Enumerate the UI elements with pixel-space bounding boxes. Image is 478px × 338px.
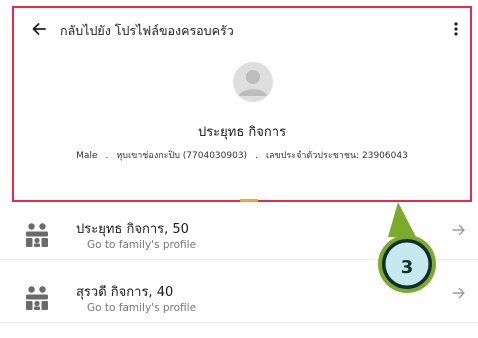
member-name-age: ประยุทธ กิจการ, 50 [76, 222, 189, 237]
arrow-right-icon [452, 224, 465, 236]
profile-name: ประยุทธ กิจการ [197, 125, 287, 140]
back-button[interactable] [30, 20, 48, 38]
step-number: 3 [400, 257, 414, 278]
arrow-right-icon [452, 287, 465, 299]
profile-header-highlight: กลับไปยัง โปรไฟล์ของครอบครัว ประยุทธ กิจ… [12, 6, 472, 202]
gender-value: Male [76, 151, 98, 161]
national-id-value: เลขประจำตัวประชาชน: 23906043 [265, 151, 408, 161]
person-avatar-icon [233, 62, 273, 102]
go-to-family-profile-link[interactable]: Go to family's profile [87, 239, 196, 251]
more-vert-icon [454, 22, 458, 36]
go-to-family-profile-link[interactable]: Go to family's profile [87, 302, 196, 314]
profile-meta: Male. หุบเขาช่องกะปิบ (7704030903). เลขประ… [14, 148, 470, 162]
member-name-age: สุรวดี กิจการ, 40 [76, 285, 174, 300]
village-value: หุบเขาช่องกะปิบ (7704030903) [116, 151, 248, 161]
tab-indicator [240, 199, 258, 202]
meta-separator: . [105, 151, 109, 161]
back-to-family-profile-label[interactable]: กลับไปยัง โปรไฟล์ของครอบครัว [60, 21, 234, 41]
arrow-left-icon [32, 23, 46, 35]
family-icon [26, 286, 48, 310]
family-icon [26, 223, 48, 247]
overflow-menu-button[interactable] [448, 20, 464, 38]
meta-separator: . [255, 151, 258, 161]
step-callout-badge [378, 202, 436, 293]
